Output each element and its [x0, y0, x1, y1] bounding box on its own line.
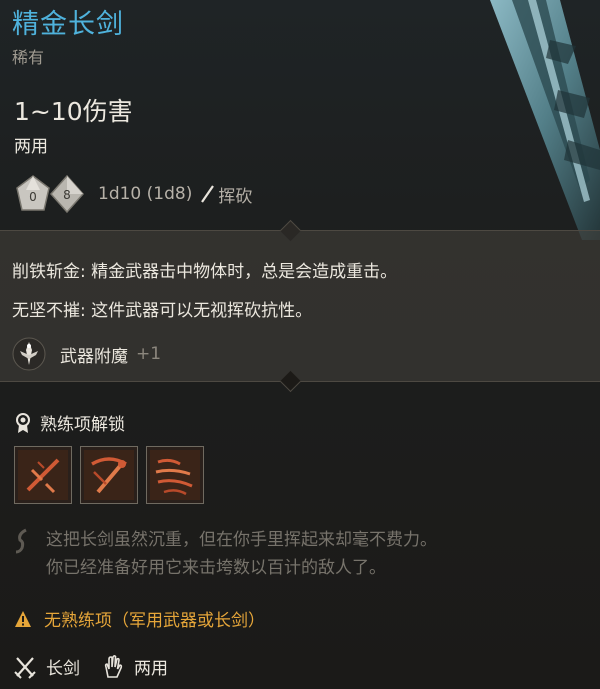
proficiency-unlock-label: 熟练项解锁	[40, 415, 125, 435]
weapon-footer: 长剑 两用	[14, 654, 190, 679]
svg-text:8: 8	[63, 188, 71, 202]
sword-artwork	[490, 0, 600, 240]
item-tooltip: 精金长剑 稀有 1~10伤害 两用 0 8 1d10 (1d8) 挥砍 削铁斩金…	[0, 0, 600, 689]
flavor-text-line1: 这把长剑虽然沉重，但在你手里挥起来却毫不费力。	[46, 530, 437, 550]
cleave-action[interactable]	[146, 446, 204, 504]
lacerate-action[interactable]	[14, 446, 72, 504]
enchantment-value: +1	[136, 344, 162, 364]
weapon-type-label: 长剑	[46, 659, 80, 679]
weapon-properties-panel: 削铁斩金: 精金武器击中物体时，总是会造成重击。 无坚不摧: 这件武器可以无视挥…	[0, 219, 600, 393]
svg-text:0: 0	[29, 190, 37, 204]
lacerate-action-icon	[18, 450, 68, 500]
cleave-action-icon	[150, 450, 200, 500]
damage-dice-formula: 1d10 (1d8)	[98, 184, 193, 204]
damage-type: 挥砍	[218, 186, 253, 207]
property-indestructible: 无坚不摧: 这件武器可以无视挥砍抗性。	[12, 301, 313, 321]
pommel-strike-action[interactable]	[80, 446, 138, 504]
proficiency-actions	[14, 446, 212, 504]
property-adamantine: 削铁斩金: 精金武器击中物体时，总是会造成重击。	[12, 262, 398, 282]
enchantment-label: 武器附魔	[60, 346, 128, 367]
warning-text: 无熟练项（军用武器或长剑）	[44, 611, 265, 631]
item-name: 精金长剑	[12, 9, 124, 40]
quote-mark-icon	[15, 528, 27, 554]
pommel-strike-action-icon	[84, 450, 134, 500]
enchantment-icon	[12, 337, 46, 371]
slashing-icon	[201, 185, 215, 203]
flavor-text-block: 这把长剑虽然沉重，但在你手里挥起来却毫不费力。 你已经准备好用它来击垮数以百计的…	[14, 526, 437, 582]
grip-label: 两用	[134, 659, 168, 679]
proficiency-warning: 无熟练项（军用武器或长剑）	[14, 606, 265, 631]
d8-die-icon: 8	[49, 174, 85, 214]
crossed-swords-icon	[14, 656, 36, 679]
damage-range: 1~10伤害	[14, 97, 133, 126]
proficiency-unlock-header: 熟练项解锁	[14, 410, 125, 435]
weapon-enchantment: 武器附魔 +1	[12, 337, 161, 371]
damage-dice-row: 0 8 1d10 (1d8) 挥砍	[14, 172, 252, 216]
d10-die-icon: 0	[16, 175, 50, 211]
hand-icon	[104, 654, 123, 678]
item-rarity: 稀有	[12, 48, 45, 67]
warning-icon	[15, 610, 31, 627]
proficiency-badge-icon	[16, 412, 30, 433]
flavor-text-line2: 你已经准备好用它来击垮数以百计的敌人了。	[46, 558, 386, 578]
handedness: 两用	[14, 137, 48, 157]
